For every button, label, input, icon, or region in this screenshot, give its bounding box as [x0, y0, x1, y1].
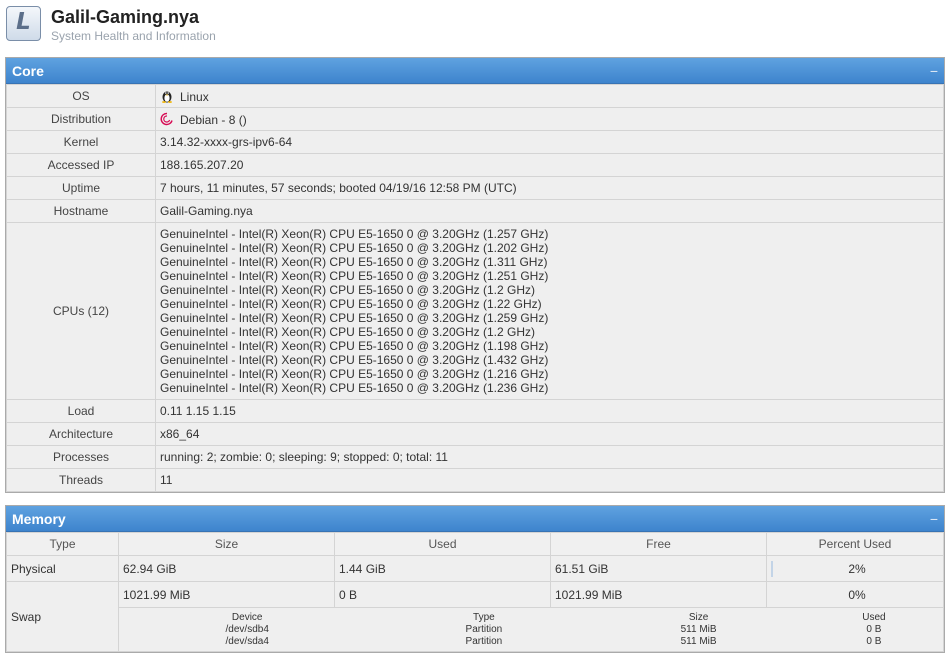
column-header: Size [118, 532, 335, 556]
cpu-item: GenuineIntel - Intel(R) Xeon(R) CPU E5-1… [160, 269, 549, 283]
linux-penguin-icon [162, 91, 172, 103]
row-label: Processes [6, 445, 156, 469]
table-row: Accessed IP 188.165.207.20 [6, 153, 944, 177]
row-value: x86_64 [155, 422, 944, 446]
collapse-icon[interactable]: − [930, 506, 938, 532]
column-header: Used [334, 532, 551, 556]
swap-type: Partition [465, 635, 503, 647]
core-panel-title: Core [12, 63, 44, 79]
cpu-item: GenuineIntel - Intel(R) Xeon(R) CPU E5-1… [160, 353, 549, 367]
cpu-item: GenuineIntel - Intel(R) Xeon(R) CPU E5-1… [160, 325, 535, 339]
table-row: Architecture x86_64 [6, 422, 944, 446]
cpu-item: GenuineIntel - Intel(R) Xeon(R) CPU E5-1… [160, 297, 542, 311]
table-row: CPUs (12) GenuineIntel - Intel(R) Xeon(R… [6, 222, 944, 400]
swap-device: /dev/sdb4 [225, 623, 269, 635]
memory-panel-header[interactable]: Memory − [6, 506, 944, 532]
swap-device: /dev/sda4 [225, 635, 269, 647]
row-label: Kernel [6, 130, 156, 154]
swap-type: Partition [465, 623, 503, 635]
row-label: CPUs (12) [6, 222, 156, 400]
page-title: Galil-Gaming.nya [51, 7, 200, 27]
core-panel-header[interactable]: Core − [6, 58, 944, 84]
table-row: OS Linux [6, 84, 944, 108]
swap-used: 0 B [866, 635, 882, 647]
core-panel: Core − OS Linux Distribution Debian - 8 … [5, 57, 945, 493]
memory-type: Swap [6, 581, 119, 652]
table-row: Load 0.11 1.15 1.15 [6, 399, 944, 423]
memory-type: Physical [6, 555, 119, 582]
cpu-item: GenuineIntel - Intel(R) Xeon(R) CPU E5-1… [160, 227, 549, 241]
column-header: Size [688, 611, 709, 623]
table-row: Threads 11 [6, 468, 944, 492]
column-header: Device [231, 611, 263, 623]
row-label: Architecture [6, 422, 156, 446]
table-header-row: Type Size Used Free Percent Used [6, 532, 944, 556]
table-row: Uptime 7 hours, 11 minutes, 57 seconds; … [6, 176, 944, 200]
row-label: Distribution [6, 107, 156, 131]
row-label: Accessed IP [6, 153, 156, 177]
table-row: Processes running: 2; zombie: 0; sleepin… [6, 445, 944, 469]
row-value: 7 hours, 11 minutes, 57 seconds; booted … [155, 176, 944, 200]
cpu-item: GenuineIntel - Intel(R) Xeon(R) CPU E5-1… [160, 311, 549, 325]
column-header: Used [862, 611, 886, 623]
table-header-row: Device Type Size Used [119, 612, 943, 624]
table-row: /dev/sda4 Partition 511 MiB 0 B [119, 636, 943, 648]
memory-size: 1021.99 MiB [118, 581, 335, 608]
debian-swirl-icon [160, 112, 173, 125]
row-value: 0.11 1.15 1.15 [155, 399, 944, 423]
row-label: Uptime [6, 176, 156, 200]
cpu-item: GenuineIntel - Intel(R) Xeon(R) CPU E5-1… [160, 367, 549, 381]
percent-bar [771, 561, 773, 577]
row-label: Threads [6, 468, 156, 492]
row-value: 188.165.207.20 [155, 153, 944, 177]
cpu-item: GenuineIntel - Intel(R) Xeon(R) CPU E5-1… [160, 255, 548, 269]
memory-free: 61.51 GiB [550, 555, 767, 582]
memory-panel-title: Memory [12, 511, 66, 527]
memory-table: Type Size Used Free Percent Used Physica… [6, 532, 944, 652]
row-value: Galil-Gaming.nya [155, 199, 944, 223]
row-value: running: 2; zombie: 0; sleeping: 9; stop… [155, 445, 944, 469]
column-header: Type [473, 611, 495, 623]
percent-used: 0% [766, 581, 944, 608]
column-header: Free [550, 532, 767, 556]
memory-panel: Memory − Type Size Used Free Percent Use… [5, 505, 945, 653]
cpu-item: GenuineIntel - Intel(R) Xeon(R) CPU E5-1… [160, 241, 549, 255]
memory-free: 1021.99 MiB [550, 581, 767, 608]
column-header: Percent Used [766, 532, 944, 556]
swap-devices-cell: Device Type Size Used /dev/sdb4 Partitio… [118, 607, 944, 652]
memory-size: 62.94 GiB [118, 555, 335, 582]
collapse-icon[interactable]: − [930, 58, 938, 84]
row-value: 3.14.32-xxxx-grs-ipv6-64 [155, 130, 944, 154]
swap-size: 511 MiB [680, 623, 717, 635]
page-subtitle: System Health and Information [51, 29, 216, 43]
cpu-item: GenuineIntel - Intel(R) Xeon(R) CPU E5-1… [160, 283, 535, 297]
row-label: Hostname [6, 199, 156, 223]
swap-devices-table: Device Type Size Used /dev/sdb4 Partitio… [119, 612, 943, 648]
percent-used: 2% [766, 555, 944, 582]
swap-used: 0 B [866, 623, 882, 635]
core-table: OS Linux Distribution Debian - 8 () Kern… [6, 84, 944, 492]
row-label: Load [6, 399, 156, 423]
table-row: Hostname Galil-Gaming.nya [6, 199, 944, 223]
cpu-item: GenuineIntel - Intel(R) Xeon(R) CPU E5-1… [160, 381, 549, 395]
memory-used: 0 B [334, 581, 551, 608]
cpu-list: GenuineIntel - Intel(R) Xeon(R) CPU E5-1… [155, 222, 944, 400]
table-row: Physical 62.94 GiB 1.44 GiB 61.51 GiB 2% [6, 555, 944, 582]
row-label: OS [6, 84, 156, 108]
swap-devices-row: Device Type Size Used /dev/sdb4 Partitio… [7, 607, 944, 652]
table-row: /dev/sdb4 Partition 511 MiB 0 B [119, 624, 943, 636]
swap-size: 511 MiB [680, 635, 717, 647]
memory-used: 1.44 GiB [334, 555, 551, 582]
row-value: 11 [155, 468, 944, 492]
table-row: Kernel 3.14.32-xxxx-grs-ipv6-64 [6, 130, 944, 154]
row-value: Debian - 8 () [155, 107, 944, 131]
table-row: Swap 1021.99 MiB 0 B 1021.99 MiB 0% [6, 581, 944, 652]
row-value: Linux [155, 84, 944, 108]
column-header: Type [6, 532, 119, 556]
table-row: Distribution Debian - 8 () [6, 107, 944, 131]
app-logo: L [6, 6, 41, 41]
cpu-item: GenuineIntel - Intel(R) Xeon(R) CPU E5-1… [160, 339, 549, 353]
